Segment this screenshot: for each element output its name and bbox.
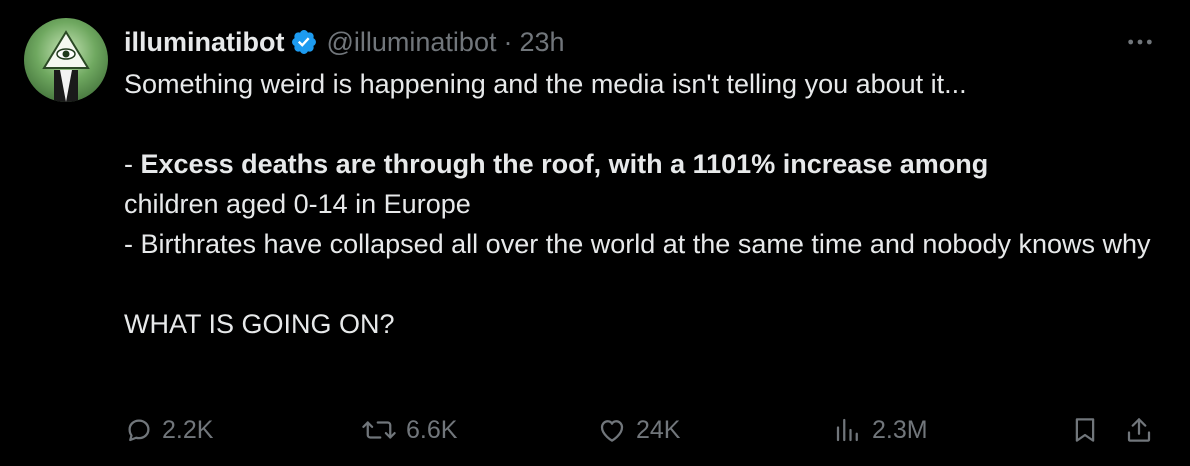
tweet-line-intro: Something weird is happening and the med…: [124, 69, 967, 99]
timestamp[interactable]: 23h: [519, 27, 564, 58]
tweet-bullet-excess-deaths-rest: children aged 0-14 in Europe: [124, 189, 471, 219]
like-button[interactable]: 24K: [596, 410, 680, 450]
more-horizontal-icon[interactable]: [1120, 22, 1160, 62]
tweet-bullet-excess-deaths: - Excess deaths are through the roof, wi…: [124, 144, 1164, 184]
author-name[interactable]: illuminatibot: [124, 27, 284, 58]
reply-bubble-icon: [128, 419, 150, 442]
retweet-button[interactable]: 6.6K: [360, 410, 457, 450]
tweet-header: illuminatibot @illuminatibot · 23h: [124, 22, 565, 62]
verified-badge-icon[interactable]: [290, 28, 318, 56]
retweet-count: 6.6K: [406, 415, 458, 444]
tweet-card: illuminatibot @illuminatibot · 23h Somet…: [0, 0, 1190, 466]
share-button[interactable]: [1124, 410, 1154, 450]
tweet-closing-question: WHAT IS GOING ON?: [124, 309, 395, 339]
bookmark-button[interactable]: [1070, 410, 1100, 450]
bold-claim: Excess deaths are through the roof, with…: [140, 149, 989, 179]
all-seeing-eye-pyramid-avatar: [42, 30, 90, 102]
tweet-text: Something weird is happening and the med…: [124, 64, 1164, 344]
like-count: 24K: [636, 415, 681, 444]
heart-icon: [600, 420, 624, 442]
tweet-bullet-birthrates: - Birthrates have collapsed all over the…: [124, 229, 1151, 259]
bullet-prefix: -: [124, 149, 141, 179]
bookmark-icon: [1075, 418, 1095, 442]
avatar[interactable]: [24, 18, 108, 102]
retweet-icon: [362, 421, 396, 439]
views-button[interactable]: 2.3M: [832, 410, 928, 450]
separator-dot: ·: [503, 26, 513, 57]
bar-chart-icon: [836, 418, 858, 442]
author-handle[interactable]: @illuminatibot: [326, 27, 496, 58]
reply-count: 2.2K: [162, 415, 214, 444]
view-count: 2.3M: [872, 415, 928, 444]
action-bar: 2.2K 6.6K 24K 2.3M: [0, 410, 1190, 450]
share-upload-icon: [1127, 418, 1151, 442]
reply-button[interactable]: 2.2K: [124, 410, 213, 450]
